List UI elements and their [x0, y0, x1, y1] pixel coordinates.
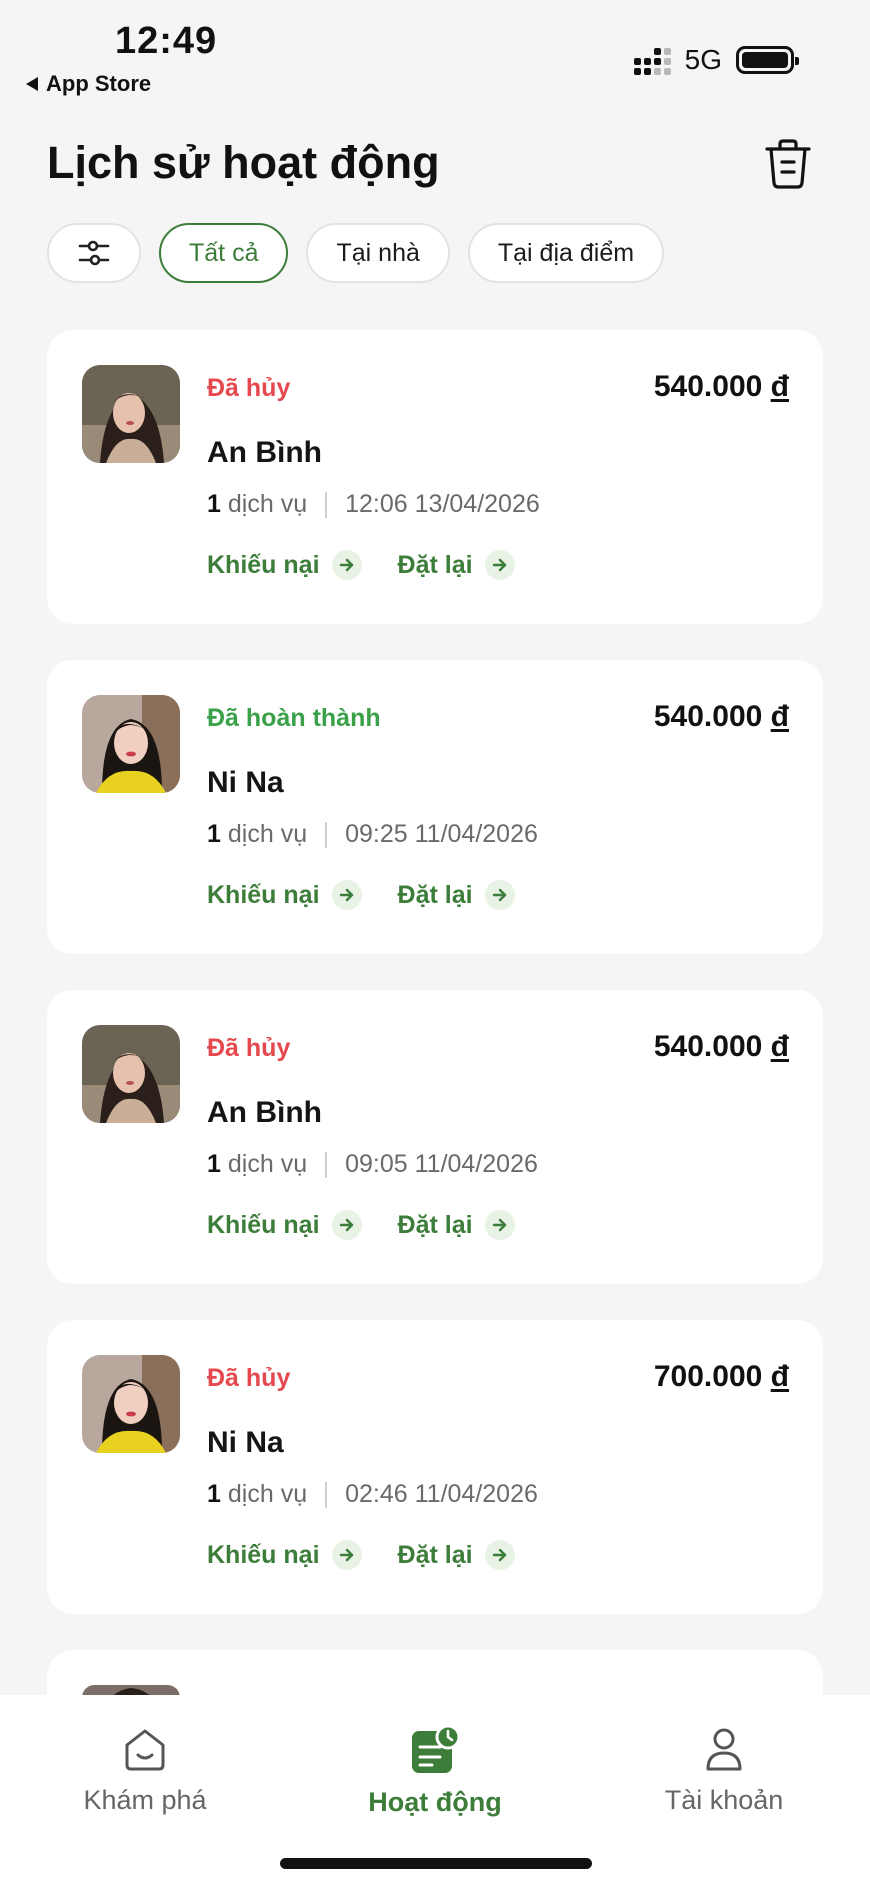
order-datetime: 09:25 11/04/2026	[345, 820, 538, 848]
back-label: App Store	[46, 71, 152, 96]
nav-label: Khám phá	[83, 1785, 207, 1815]
order-card[interactable]: Đã hoàn thành 540.000 đ Ni Na 1 dịch vụ …	[47, 660, 823, 954]
provider-name: Ni Na	[207, 766, 284, 799]
network-type: 5G	[684, 44, 722, 75]
order-price: 700.000 đ	[653, 1360, 789, 1393]
battery-icon	[736, 46, 799, 74]
back-arrow-icon	[26, 77, 38, 91]
nav-item-activity[interactable]: Hoạt động	[325, 1725, 545, 1818]
signal-icon	[633, 45, 671, 75]
status-indicators: 5G	[633, 44, 799, 76]
order-datetime: 09:05 11/04/2026	[345, 1150, 538, 1178]
order-actions: Khiếu nại Đặt lại	[207, 550, 515, 580]
filter-chip-at-home[interactable]: Tại nhà	[306, 223, 450, 283]
service-label: dịch vụ	[227, 490, 308, 518]
service-count: 1	[207, 1480, 221, 1508]
order-actions: Khiếu nại Đặt lại	[207, 1540, 515, 1570]
order-card[interactable]: Đã hủy 700.000 đ Ni Na 1 dịch vụ 02:46 1…	[47, 1320, 823, 1614]
home-icon	[125, 1729, 165, 1771]
filter-chip-at-venue[interactable]: Tại địa điểm	[467, 223, 665, 283]
user-icon	[706, 1728, 742, 1771]
divider	[325, 1481, 328, 1508]
rebook-button[interactable]: Đặt lại	[398, 880, 515, 910]
order-datetime: 12:06 13/04/2026	[345, 490, 540, 518]
order-meta: 1 dịch vụ 12:06 13/04/2026	[207, 490, 540, 519]
complaint-button[interactable]: Khiếu nại	[207, 1540, 362, 1570]
provider-name: Ni Na	[207, 1426, 284, 1459]
order-price: 540.000 đ	[653, 370, 789, 403]
arrow-right-icon	[331, 1540, 362, 1570]
back-to-app-store[interactable]: App Store	[26, 71, 151, 97]
rebook-button[interactable]: Đặt lại	[398, 1210, 515, 1240]
sliders-icon[interactable]	[47, 223, 141, 283]
service-label: dịch vụ	[227, 1150, 308, 1178]
order-actions: Khiếu nại Đặt lại	[207, 1210, 515, 1240]
filter-chip-all[interactable]: Tất cả	[159, 223, 289, 283]
order-card[interactable]: Đã hủy 540.000 đ An Bình 1 dịch vụ 09:05…	[47, 990, 823, 1284]
trash-icon[interactable]	[764, 138, 812, 190]
provider-name: An Bình	[207, 436, 322, 469]
order-list: Đã hủy 540.000 đ An Bình 1 dịch vụ 12:06…	[47, 330, 823, 1710]
status-badge: Đã hủy	[207, 374, 291, 402]
arrow-right-icon	[331, 550, 362, 580]
order-price: 540.000 đ	[653, 700, 789, 733]
service-label: dịch vụ	[227, 1480, 308, 1508]
activity-clock-icon	[412, 1725, 460, 1773]
divider	[325, 1151, 328, 1178]
filter-bar: Tất cả Tại nhà Tại địa điểm	[47, 223, 665, 283]
complaint-button[interactable]: Khiếu nại	[207, 880, 362, 910]
status-badge: Đã hủy	[207, 1364, 291, 1392]
order-actions: Khiếu nại Đặt lại	[207, 880, 515, 910]
provider-name: An Bình	[207, 1096, 322, 1129]
status-badge: Đã hoàn thành	[207, 704, 381, 732]
nav-label: Hoạt động	[368, 1787, 502, 1817]
divider	[325, 821, 328, 848]
order-meta: 1 dịch vụ 02:46 11/04/2026	[207, 1480, 538, 1509]
page-title: Lịch sử hoạt động	[47, 137, 440, 188]
nav-item-account[interactable]: Tài khoản	[614, 1725, 834, 1816]
home-indicator[interactable]	[280, 1858, 592, 1869]
nav-label: Tài khoản	[664, 1785, 784, 1815]
avatar	[82, 365, 180, 463]
bottom-nav: Khám phá Hoạt động Tài khoản	[0, 1695, 870, 1885]
nav-item-explore[interactable]: Khám phá	[35, 1725, 255, 1816]
order-card[interactable]: Đã hủy 540.000 đ An Bình 1 dịch vụ 12:06…	[47, 330, 823, 624]
arrow-right-icon	[484, 550, 515, 580]
service-count: 1	[207, 1150, 221, 1178]
rebook-button[interactable]: Đặt lại	[398, 550, 515, 580]
avatar	[82, 1355, 180, 1453]
arrow-right-icon	[484, 1210, 515, 1240]
complaint-button[interactable]: Khiếu nại	[207, 550, 362, 580]
activity-history-screen: 12:49 App Store 5G Lịch sử hoạt động Tất…	[0, 0, 870, 1885]
service-count: 1	[207, 820, 221, 848]
order-datetime: 02:46 11/04/2026	[345, 1480, 538, 1508]
arrow-right-icon	[331, 880, 362, 910]
order-price: 540.000 đ	[653, 1030, 789, 1063]
arrow-right-icon	[484, 1540, 515, 1570]
order-meta: 1 dịch vụ 09:25 11/04/2026	[207, 820, 538, 849]
arrow-right-icon	[484, 880, 515, 910]
complaint-button[interactable]: Khiếu nại	[207, 1210, 362, 1240]
rebook-button[interactable]: Đặt lại	[398, 1540, 515, 1570]
avatar	[82, 1025, 180, 1123]
arrow-right-icon	[331, 1210, 362, 1240]
divider	[325, 491, 328, 518]
order-meta: 1 dịch vụ 09:05 11/04/2026	[207, 1150, 538, 1179]
status-badge: Đã hủy	[207, 1034, 291, 1062]
service-label: dịch vụ	[227, 820, 308, 848]
service-count: 1	[207, 490, 221, 518]
status-time: 12:49	[115, 20, 218, 62]
avatar	[82, 695, 180, 793]
